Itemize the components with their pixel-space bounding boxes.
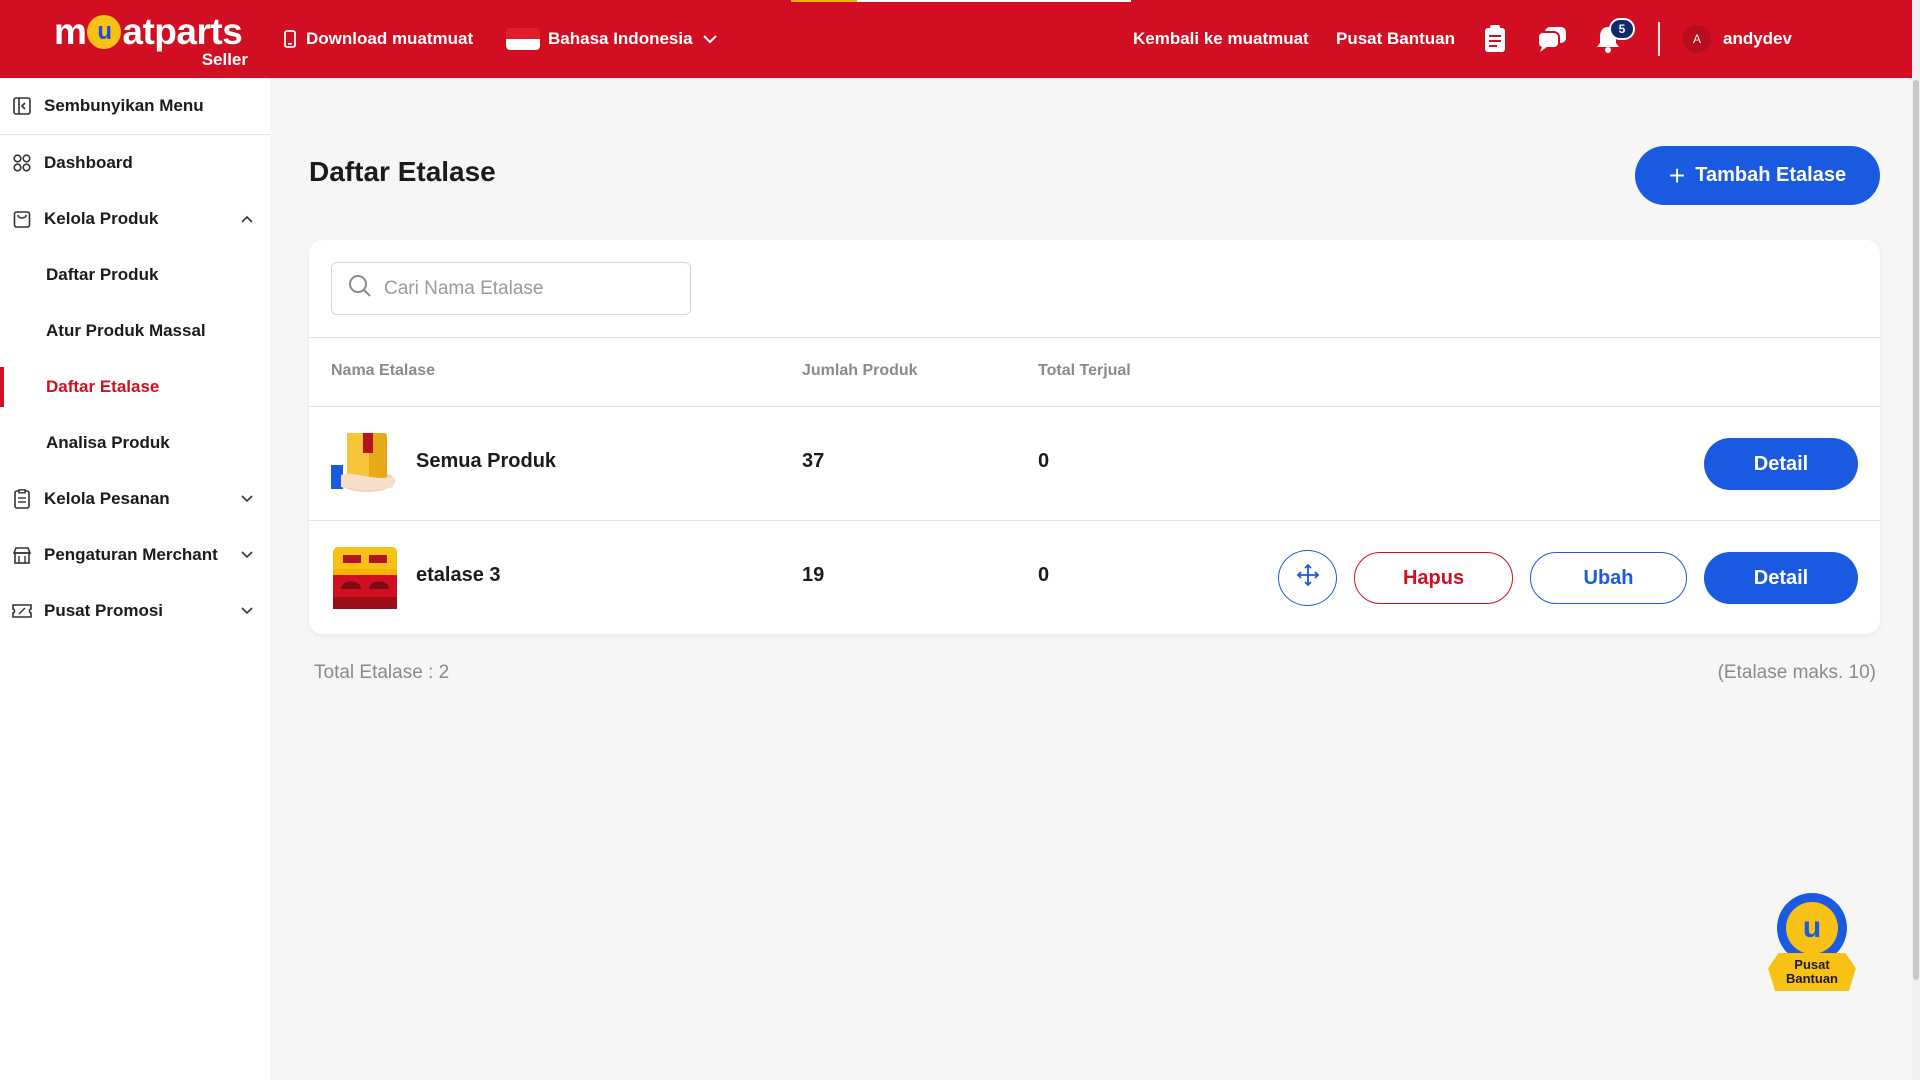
sidebar: Sembunyikan Menu Dashboard Kelola Produk…: [0, 78, 270, 1080]
add-etalase-label: Tambah Etalase: [1695, 164, 1847, 186]
sidebar-item-kelola-pesanan[interactable]: Kelola Pesanan: [0, 471, 270, 527]
help-center-widget[interactable]: u Pusat Bantuan: [1764, 893, 1860, 995]
add-etalase-button[interactable]: + Tambah Etalase: [1635, 146, 1880, 205]
chevron-down-icon: [240, 489, 254, 509]
column-header-name: Nama Etalase: [331, 362, 436, 379]
edit-button[interactable]: Ubah: [1530, 552, 1687, 604]
sidebar-item-analisa-produk[interactable]: Analisa Produk: [0, 415, 270, 471]
help-center-link[interactable]: Pusat Bantuan: [1336, 0, 1455, 78]
etalase-store-thumbnail-icon: [331, 545, 399, 611]
product-count: 19: [802, 564, 825, 586]
etalase-name: etalase 3: [416, 564, 501, 586]
chevron-down-icon: [240, 545, 254, 565]
sidebar-item-label: Atur Produk Massal: [46, 321, 206, 340]
language-selector[interactable]: Bahasa Indonesia: [506, 0, 717, 78]
page-title: Daftar Etalase: [309, 156, 496, 187]
sidebar-item-daftar-etalase[interactable]: Daftar Etalase: [0, 359, 270, 415]
logo-seller: Seller: [201, 50, 248, 69]
search-input[interactable]: [384, 277, 664, 300]
help-mascot-icon: u: [1777, 893, 1847, 963]
coupon-icon: [12, 601, 32, 621]
chevron-down-icon: [240, 601, 254, 621]
move-arrows-icon: [1296, 563, 1320, 593]
chat-icon[interactable]: [1537, 0, 1567, 78]
etalase-table-card: Nama Etalase Jumlah Produk Total Terjual…: [309, 240, 1880, 634]
hide-menu-toggle[interactable]: Sembunyikan Menu: [0, 78, 270, 134]
detail-button[interactable]: Detail: [1704, 438, 1858, 490]
phone-icon: [284, 30, 296, 48]
header-divider: [1658, 22, 1660, 56]
sidebar-item-label: Pusat Promosi: [44, 601, 164, 620]
delete-button[interactable]: Hapus: [1354, 552, 1513, 604]
sidebar-item-label: Daftar Etalase: [46, 377, 160, 396]
download-app-link[interactable]: Download muatmuat: [284, 0, 473, 78]
logo-word: m u atparts: [54, 11, 243, 52]
total-sold: 0: [1038, 564, 1050, 586]
bag-icon: [12, 209, 32, 229]
product-count: 37: [802, 450, 825, 472]
sidebar-item-pengaturan-merchant[interactable]: Pengaturan Merchant: [0, 527, 270, 583]
logo[interactable]: m u atparts Seller: [54, 12, 250, 70]
notification-badge: 5: [1609, 18, 1635, 40]
sidebar-item-label: Daftar Produk: [46, 265, 159, 284]
search-box[interactable]: [331, 262, 691, 315]
column-header-sold: Total Terjual: [1038, 362, 1131, 379]
page-scrollbar[interactable]: [1912, 0, 1920, 1080]
loading-bar: [791, 0, 1131, 2]
download-label: Download muatmuat: [306, 29, 474, 48]
chevron-up-icon: [240, 209, 254, 229]
table-row: Semua Produk 37 0 Detail: [309, 407, 1880, 521]
sidebar-item-label: Kelola Produk: [44, 209, 159, 228]
grid-icon: [12, 153, 32, 173]
avatar[interactable]: A: [1683, 25, 1711, 53]
hide-menu-label: Sembunyikan Menu: [44, 96, 204, 115]
plus-icon: +: [1668, 159, 1686, 191]
top-header: m u atparts Seller Download muatmuat Bahas…: [0, 0, 1920, 78]
help-widget-label: Pusat Bantuan: [1768, 953, 1856, 991]
sidebar-item-dashboard[interactable]: Dashboard: [0, 135, 270, 191]
search-icon: [348, 274, 372, 303]
chevron-down-icon: [702, 34, 717, 44]
reorder-drag-handle[interactable]: [1278, 550, 1337, 606]
sidebar-item-daftar-produk[interactable]: Daftar Produk: [0, 247, 270, 303]
max-etalase-label: (Etalase maks. 10): [1717, 662, 1876, 683]
sidebar-item-label: Kelola Pesanan: [44, 489, 170, 508]
sidebar-item-label: Dashboard: [44, 153, 133, 172]
sidebar-item-label: Analisa Produk: [46, 433, 170, 452]
orders-clipboard-icon[interactable]: [1484, 0, 1506, 78]
table-row: etalase 3 19 0 Hapus Ubah Detail: [309, 521, 1880, 635]
sidebar-item-kelola-produk[interactable]: Kelola Produk: [0, 191, 270, 247]
sidebar-item-pusat-promosi[interactable]: Pusat Promosi: [0, 583, 270, 639]
indonesia-flag-icon: [506, 28, 540, 50]
username-label[interactable]: andydev: [1723, 0, 1792, 78]
back-to-muatmuat-link[interactable]: Kembali ke muatmuat: [1133, 0, 1309, 78]
sidebar-collapse-icon: [12, 96, 32, 116]
detail-button[interactable]: Detail: [1704, 552, 1858, 604]
all-products-thumbnail-icon: [331, 431, 399, 497]
language-label: Bahasa Indonesia: [548, 29, 693, 48]
etalase-name: Semua Produk: [416, 450, 557, 472]
total-sold: 0: [1038, 450, 1050, 472]
total-etalase-label: Total Etalase : 2: [314, 662, 450, 683]
clipboard-icon: [12, 489, 32, 509]
sidebar-item-atur-produk-massal[interactable]: Atur Produk Massal: [0, 303, 270, 359]
column-header-count: Jumlah Produk: [802, 362, 918, 379]
table-header: Nama Etalase Jumlah Produk Total Terjual: [309, 337, 1880, 407]
sidebar-item-label: Pengaturan Merchant: [44, 545, 218, 564]
store-icon: [12, 545, 32, 565]
